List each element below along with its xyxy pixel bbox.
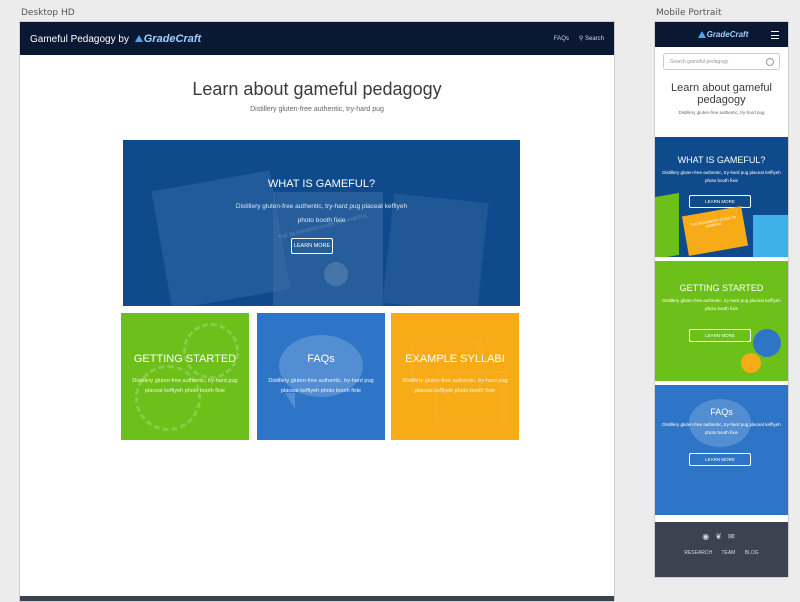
- github-icon[interactable]: ◉: [702, 532, 715, 541]
- nav-search-link[interactable]: ⚲ Search: [579, 35, 604, 42]
- tile-text: Distillery gluten-free authentic, try-ha…: [268, 378, 374, 394]
- page-subtitle: Distillery gluten-free authentic, try-ha…: [250, 106, 384, 113]
- hero-title: WHAT IS GAMEFUL?: [267, 178, 376, 190]
- mobile-tile-getting-started[interactable]: GETTING STARTED Distillery gluten-free a…: [655, 261, 788, 381]
- hamburger-menu-icon[interactable]: [771, 31, 779, 39]
- learn-more-button[interactable]: LEARN MORE: [689, 453, 751, 466]
- gradecraft-logo-icon: [697, 31, 706, 38]
- gear-icon: [753, 329, 781, 357]
- search-icon[interactable]: [766, 58, 774, 66]
- mail-icon[interactable]: ✉: [728, 532, 741, 541]
- tile-title: FAQs: [307, 353, 335, 365]
- page-title: Learn about gameful pedagogy: [192, 79, 442, 99]
- gear-icon: [183, 323, 239, 379]
- brand-link[interactable]: Gameful Pedagogy by GradeCraft: [30, 33, 201, 45]
- gear-icon: [741, 353, 761, 373]
- brand-text: Gameful Pedagogy by: [30, 33, 129, 45]
- hero-learn-more-button[interactable]: LEARN MORE: [291, 238, 333, 254]
- tile-title: GETTING STARTED: [133, 353, 237, 365]
- tile-text: Distillery gluten-free authentic, try-ha…: [402, 378, 508, 394]
- tile-title: WHAT IS GAMEFUL?: [677, 155, 766, 165]
- gear-icon: [135, 365, 201, 431]
- tile-example-syllabi[interactable]: EXAMPLE SYLLABI Distillery gluten-free a…: [391, 313, 519, 440]
- search-input[interactable]: Search gameful pedagogy: [663, 53, 780, 70]
- desktop-footer-strip: [20, 596, 614, 601]
- tile-title: GETTING STARTED: [679, 283, 764, 293]
- mobile-tile-what-is-gameful[interactable]: WHAT IS GAMEFUL? Distillery gluten-free …: [655, 137, 788, 257]
- tile-getting-started[interactable]: GETTING STARTED Distillery gluten-free a…: [121, 313, 249, 440]
- search-icon: ⚲: [578, 36, 584, 42]
- search-placeholder: Search gameful pedagogy: [670, 58, 729, 65]
- footer-link-blog[interactable]: BLOG: [745, 550, 759, 556]
- book-graphic: [655, 192, 679, 257]
- hero-what-is-gameful[interactable]: THE BEGINNERS GUIDE TO GAMEFUL WHAT IS G…: [123, 140, 520, 306]
- gradecraft-logo: GradeCraft: [143, 32, 202, 45]
- nav-faqs-link[interactable]: FAQs: [554, 36, 569, 42]
- mobile-navbar: GradeCraft: [655, 22, 788, 47]
- tile-text: Distillery gluten-free authentic, try-ha…: [662, 298, 781, 311]
- tile-title: FAQs: [710, 407, 733, 417]
- tile-text: Distillery gluten-free authentic, try-ha…: [662, 170, 781, 183]
- desktop-artboard-label: Desktop HD: [21, 8, 75, 18]
- hero-text: Distillery gluten-free authentic, try-ha…: [235, 203, 408, 224]
- tile-faqs[interactable]: FAQs Distillery gluten-free authentic, t…: [257, 313, 385, 440]
- mobile-footer: ◉❦✉ RESEARCH TEAM BLOG: [655, 522, 788, 577]
- tile-text: Distillery gluten-free authentic, try-ha…: [662, 422, 781, 435]
- book-cover-text: THE BEGINNERS GUIDE TO GAMEFUL: [690, 215, 737, 229]
- learn-more-button[interactable]: LEARN MORE: [689, 329, 751, 342]
- mobile-tile-faqs[interactable]: FAQs Distillery gluten-free authentic, t…: [655, 385, 788, 515]
- nav-search-label: Search: [584, 36, 604, 42]
- gradecraft-logo-icon: [134, 35, 143, 43]
- mobile-artboard: GradeCraft Search gameful pedagogy Learn…: [654, 21, 789, 578]
- hero-book-emblem-icon: [324, 262, 348, 286]
- mobile-artboard-label: Mobile Portrait: [656, 8, 722, 18]
- beginners-guide-book: THE BEGINNERS GUIDE TO GAMEFUL: [681, 206, 749, 256]
- book-graphic: [753, 215, 788, 257]
- page-title: Learn about gameful pedagogy: [671, 82, 772, 106]
- hero-book-graphic: [151, 170, 291, 306]
- footer-link-research[interactable]: RESEARCH: [684, 550, 712, 556]
- tile-title: EXAMPLE SYLLABI: [405, 353, 505, 365]
- footer-link-team[interactable]: TEAM: [721, 550, 735, 556]
- learn-more-button[interactable]: LEARN MORE: [689, 195, 751, 208]
- twitter-icon[interactable]: ❦: [715, 532, 728, 541]
- gradecraft-logo[interactable]: GradeCraft: [707, 30, 749, 39]
- desktop-artboard: Gameful Pedagogy by GradeCraft FAQs ⚲ Se…: [19, 21, 615, 602]
- page-subtitle: Distillery gluten-free authentic, try-ha…: [678, 110, 765, 115]
- tile-text: Distillery gluten-free authentic, try-ha…: [132, 378, 238, 394]
- desktop-navbar: Gameful Pedagogy by GradeCraft FAQs ⚲ Se…: [20, 22, 614, 55]
